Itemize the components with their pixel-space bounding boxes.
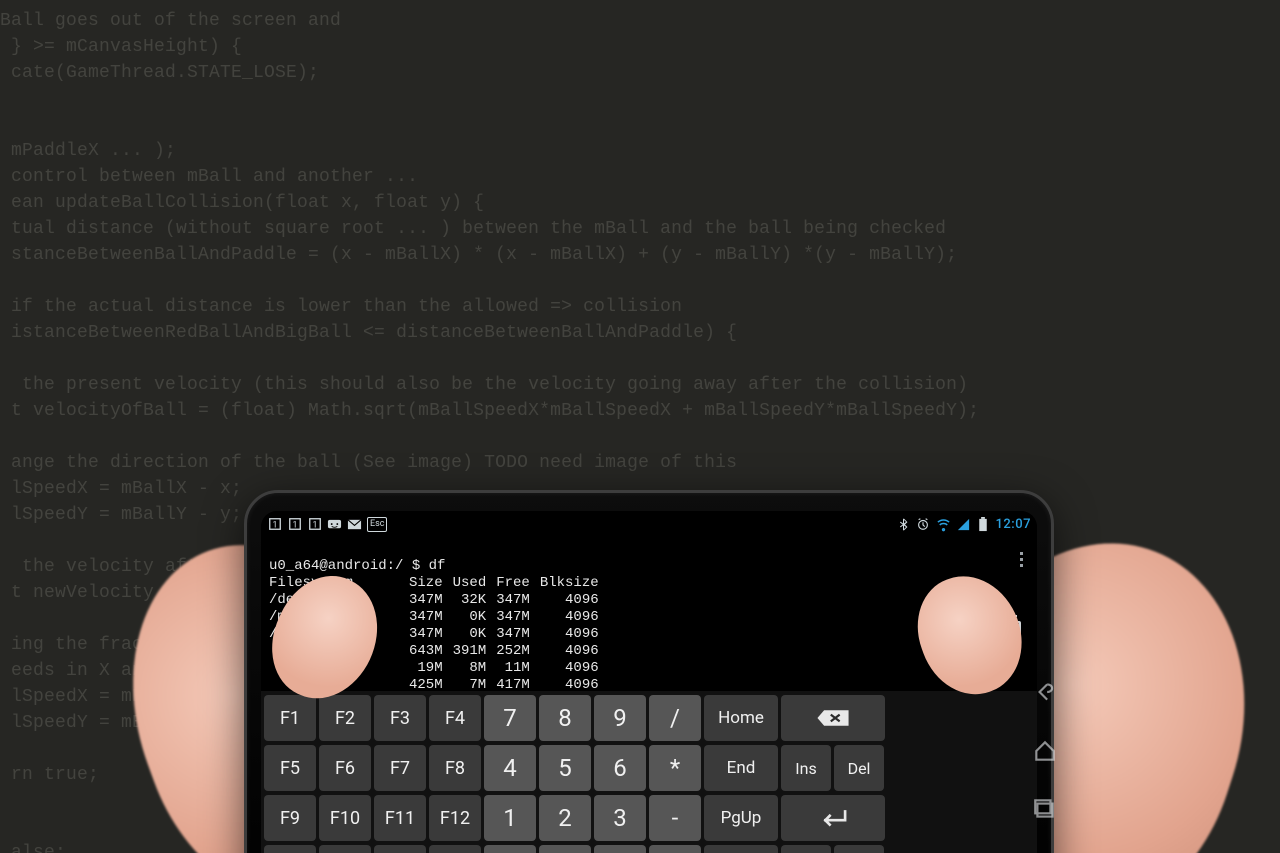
backspace-icon: [815, 708, 851, 728]
notif-icon-3: 1: [307, 517, 322, 532]
key-blank-op[interactable]: [649, 845, 701, 853]
key-4[interactable]: 4: [484, 745, 536, 791]
key-home[interactable]: Home: [704, 695, 778, 741]
bluetooth-icon: [896, 517, 911, 532]
key-scrlock[interactable]: ScrL: [319, 845, 371, 853]
terminal-prompt: u0_a64@android:/ $ df: [269, 558, 445, 574]
nav-back-button[interactable]: [1032, 679, 1058, 705]
svg-text:1: 1: [272, 521, 277, 531]
key-end[interactable]: End: [704, 745, 778, 791]
notif-icon-2: 1: [287, 517, 302, 532]
key-minus[interactable]: -: [649, 795, 701, 841]
key-f6[interactable]: F6: [319, 745, 371, 791]
key-numlock[interactable]: NumL: [429, 845, 481, 853]
key-9[interactable]: 9: [594, 695, 646, 741]
svg-text:1: 1: [312, 521, 317, 531]
key-pgup[interactable]: PgUp: [704, 795, 778, 841]
alarm-icon: [916, 517, 931, 532]
key-delete[interactable]: Del: [834, 745, 884, 791]
android-status-bar: 1 1 1 Esc 12:07: [261, 511, 1037, 537]
enter-icon: [814, 807, 852, 829]
key-f11[interactable]: F11: [374, 795, 426, 841]
key-f9[interactable]: F9: [264, 795, 316, 841]
key-f4[interactable]: F4: [429, 695, 481, 741]
key-f5[interactable]: F5: [264, 745, 316, 791]
nav-home-button[interactable]: [1032, 738, 1058, 764]
key-break[interactable]: Brk: [374, 845, 426, 853]
esc-key-icon: Esc: [367, 517, 387, 532]
key-sysrq[interactable]: SyRq: [264, 845, 316, 853]
key-blank-3[interactable]: [594, 845, 646, 853]
key-insert[interactable]: Ins: [781, 745, 831, 791]
nav-recents-button[interactable]: [1032, 796, 1058, 822]
wifi-icon: [936, 517, 951, 532]
key-7[interactable]: 7: [484, 695, 536, 741]
key-1[interactable]: 1: [484, 795, 536, 841]
key-f2[interactable]: F2: [319, 695, 371, 741]
phone-screen: 1 1 1 Esc 12:07 u0_a64@android:/ $ df Fi…: [261, 511, 1037, 853]
android-nav-bar: [1025, 663, 1065, 853]
key-f8[interactable]: F8: [429, 745, 481, 791]
key-8[interactable]: 8: [539, 695, 591, 741]
battery-icon: [976, 517, 991, 532]
key-blank-2[interactable]: [539, 845, 591, 853]
hackers-keyboard: F1 F2 F3 F4 7 8 9 / Home F5 F6 F7 F8 4 5: [261, 691, 1037, 853]
svg-text:1: 1: [292, 521, 297, 531]
key-shift[interactable]: [834, 845, 884, 853]
key-2[interactable]: 2: [539, 795, 591, 841]
gmail-icon: [347, 517, 362, 532]
key-multiply[interactable]: *: [649, 745, 701, 791]
signal-icon: [956, 517, 971, 532]
messaging-icon: [327, 517, 342, 532]
key-enter[interactable]: [781, 795, 885, 841]
key-arrow-up[interactable]: [781, 845, 831, 853]
key-6[interactable]: 6: [594, 745, 646, 791]
notif-icon-1: 1: [267, 517, 282, 532]
key-pgdn[interactable]: PgDn: [704, 845, 778, 853]
key-f12[interactable]: F12: [429, 795, 481, 841]
clock: 12:07: [996, 517, 1031, 532]
key-f10[interactable]: F10: [319, 795, 371, 841]
key-blank-1[interactable]: [484, 845, 536, 853]
key-backspace[interactable]: [781, 695, 885, 741]
key-divide[interactable]: /: [649, 695, 701, 741]
key-3[interactable]: 3: [594, 795, 646, 841]
key-5[interactable]: 5: [539, 745, 591, 791]
key-f1[interactable]: F1: [264, 695, 316, 741]
key-f3[interactable]: F3: [374, 695, 426, 741]
key-f7[interactable]: F7: [374, 745, 426, 791]
